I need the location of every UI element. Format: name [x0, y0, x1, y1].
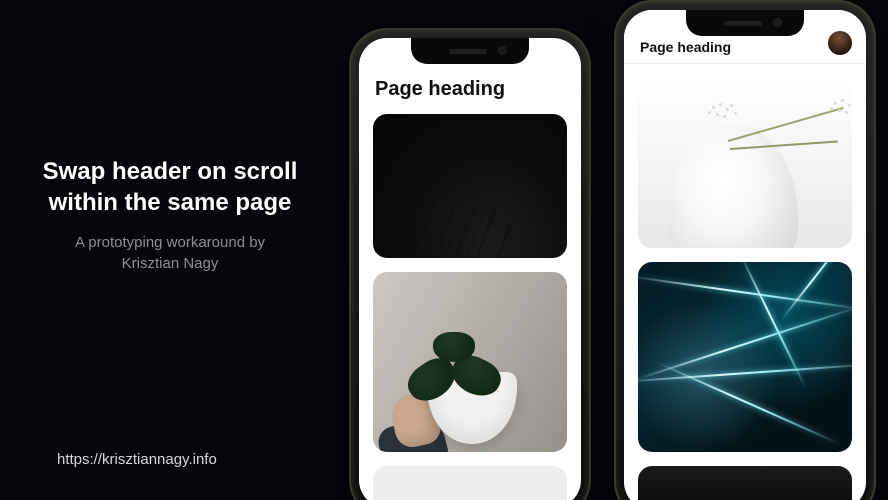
content-card[interactable] [373, 466, 567, 500]
page-heading-compact: Page heading [640, 39, 731, 55]
content-card[interactable] [373, 114, 567, 258]
content-card[interactable] [638, 74, 852, 248]
phone-mockup-large-header: Page heading [349, 28, 591, 500]
headline: Swap header on scroll within the same pa… [20, 156, 320, 218]
subtitle: A prototyping workaround by Krisztian Na… [20, 232, 320, 274]
page-heading-large: Page heading [375, 78, 505, 101]
phone-notch [686, 10, 804, 36]
avatar[interactable] [828, 31, 852, 55]
phone-screen[interactable]: Page heading [624, 10, 866, 500]
content-card[interactable] [373, 272, 567, 452]
phone-mockup-compact-header: Page heading [614, 0, 876, 500]
content-card[interactable] [638, 262, 852, 452]
phone-notch [411, 38, 529, 64]
author-url[interactable]: https://krisztiannagy.info [57, 451, 217, 468]
phone-screen[interactable]: Page heading [359, 38, 581, 500]
content-card[interactable] [638, 466, 852, 500]
